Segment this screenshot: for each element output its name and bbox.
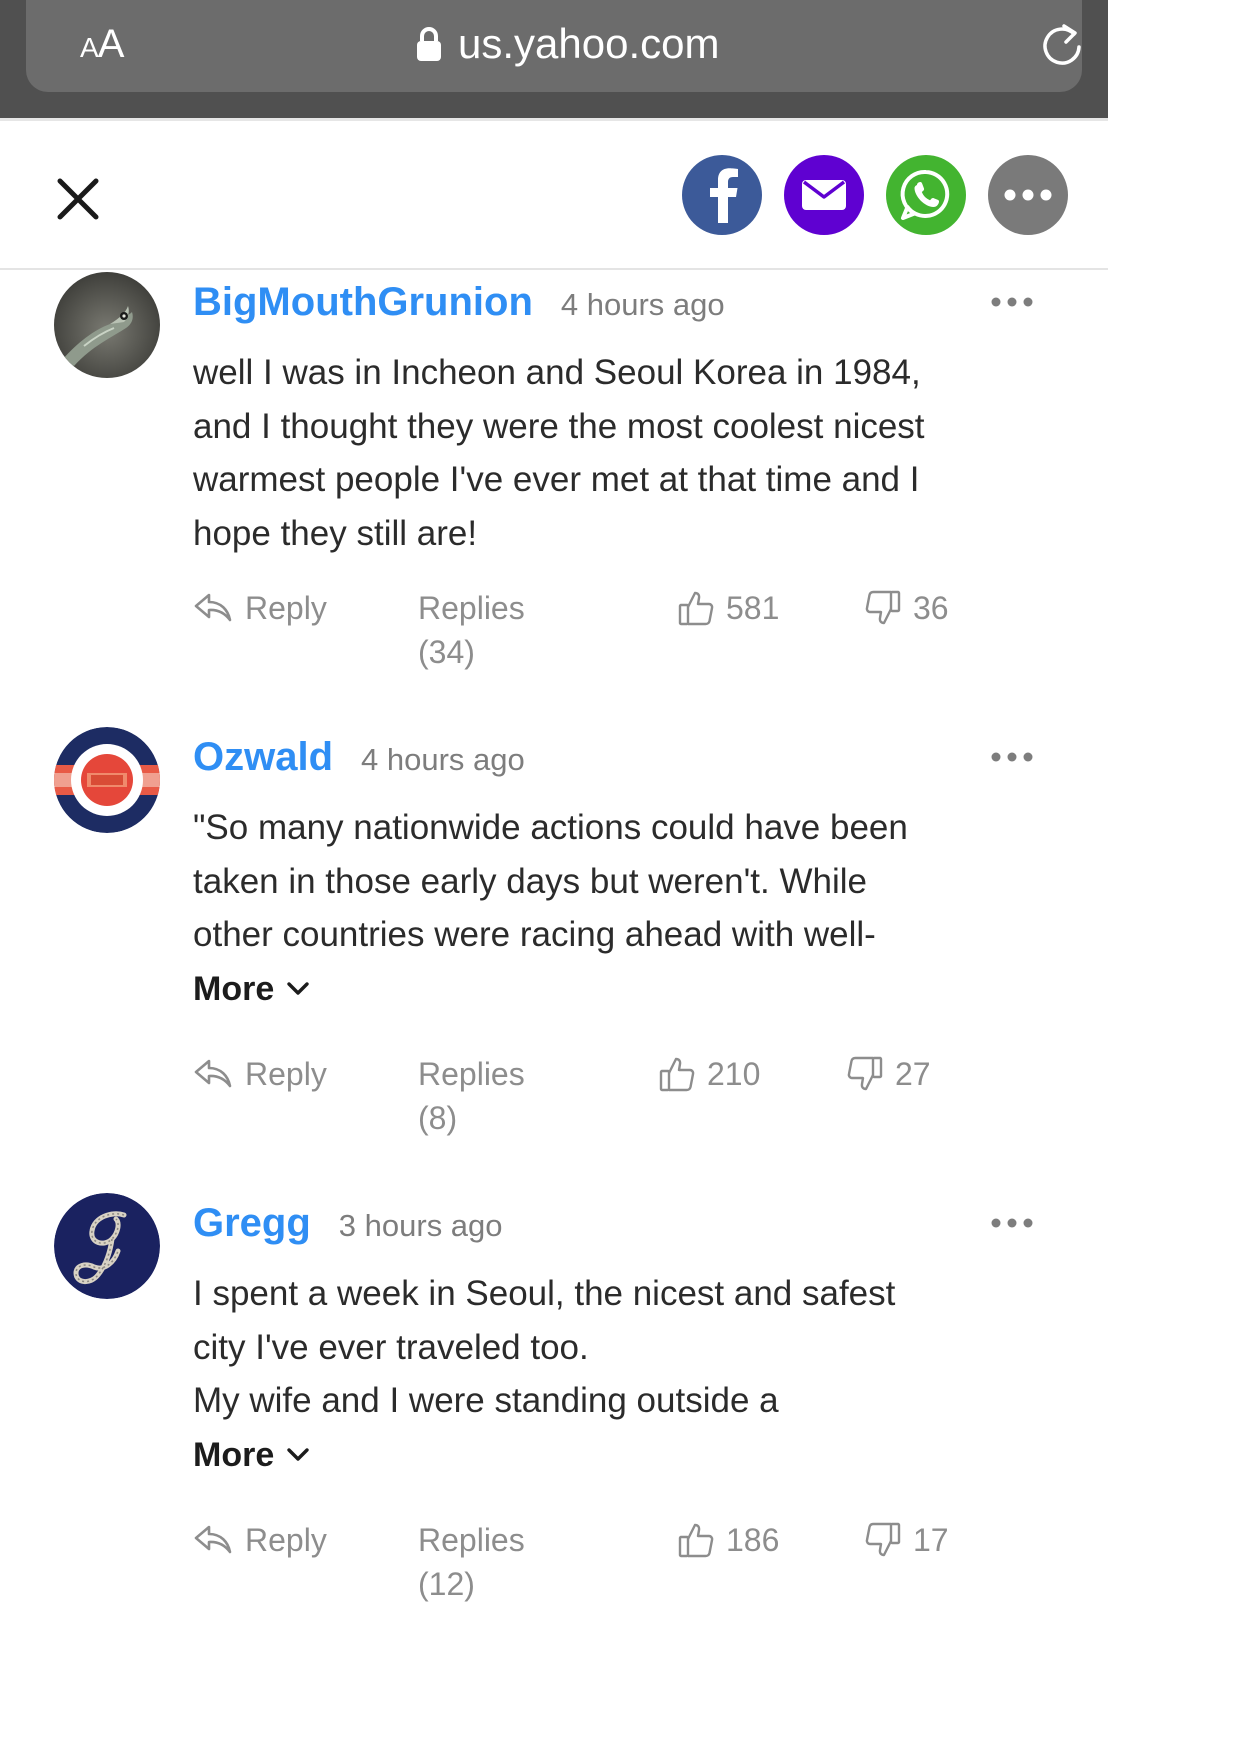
dislike-button[interactable]: 17: [865, 1518, 949, 1562]
reload-icon[interactable]: [1038, 22, 1086, 70]
facebook-share-button[interactable]: [682, 155, 762, 235]
reply-label: Reply: [245, 590, 327, 626]
comment-line: well I was in Incheon and Seoul Korea in…: [193, 353, 921, 392]
comment-menu-icon[interactable]: [990, 1217, 1034, 1229]
comment: Gregg 3 hours ago I spent a week in Seou…: [0, 1193, 1108, 1602]
reply-icon: [194, 1059, 232, 1088]
comment-username[interactable]: Gregg: [193, 1199, 311, 1247]
facebook-icon: [710, 168, 738, 223]
reply-icon: [194, 1525, 232, 1554]
dislike-count: 36: [913, 590, 949, 626]
comment-body: "So many nationwide actions could have b…: [193, 801, 1053, 1016]
thumbs-up-icon: [678, 591, 714, 626]
monogram-avatar-icon: [54, 1193, 160, 1299]
like-button[interactable]: 581: [678, 586, 779, 630]
chevron-down-icon: [287, 982, 309, 995]
comment-line: I spent a week in Seoul, the nicest and …: [193, 1274, 896, 1313]
like-count: 210: [707, 1056, 761, 1092]
like-button[interactable]: 210: [659, 1052, 760, 1096]
reply-button[interactable]: Reply: [193, 1518, 327, 1562]
reply-icon: [194, 593, 232, 622]
dislike-button[interactable]: 36: [865, 586, 949, 630]
dislike-count: 17: [913, 1522, 949, 1558]
comment-timestamp: 4 hours ago: [361, 742, 525, 777]
more-label: More: [193, 969, 275, 1008]
more-link[interactable]: More: [193, 963, 1053, 1016]
email-icon: [802, 180, 846, 210]
address-bar[interactable]: AA us.yahoo.com: [26, 0, 1082, 92]
comment-menu-icon[interactable]: [990, 296, 1034, 308]
thumbs-down-icon: [865, 590, 901, 625]
url-display[interactable]: us.yahoo.com: [416, 18, 719, 70]
replies-label: Replies (8): [418, 1056, 525, 1136]
comment-line: and I thought they were the most coolest…: [193, 406, 925, 446]
comment: BigMouthGrunion 4 hours ago well I was i…: [0, 272, 1108, 670]
comment-line: other countries were racing ahead with w…: [193, 915, 876, 954]
whatsapp-share-button[interactable]: [886, 155, 966, 235]
fish-avatar-icon: [54, 272, 160, 378]
comment-body: I spent a week in Seoul, the nicest and …: [193, 1267, 1053, 1482]
more-icon: [1004, 189, 1052, 201]
roundel-avatar-icon: [54, 727, 160, 833]
reader-settings-button[interactable]: AA: [80, 22, 124, 70]
whatsapp-icon: [900, 169, 950, 220]
comment-timestamp: 4 hours ago: [560, 287, 725, 322]
comment-username[interactable]: BigMouthGrunion: [193, 278, 533, 326]
comment-body: well I was in Incheon and Seoul Korea in…: [193, 346, 1053, 560]
like-button[interactable]: 186: [678, 1518, 779, 1562]
lock-icon: [417, 27, 441, 61]
email-share-button[interactable]: [784, 155, 864, 235]
more-share-button[interactable]: [988, 155, 1068, 235]
url-text: us.yahoo.com: [458, 20, 720, 67]
thumbs-down-icon: [847, 1056, 883, 1091]
replies-button[interactable]: Replies (34): [418, 586, 525, 674]
comment-menu-icon[interactable]: [990, 751, 1034, 763]
reply-label: Reply: [245, 1056, 327, 1092]
replies-label: Replies (34): [418, 590, 525, 670]
comment-line: "So many nationwide actions could have b…: [193, 808, 908, 847]
more-label: More: [193, 1435, 275, 1474]
thumbs-up-icon: [659, 1057, 695, 1092]
avatar[interactable]: [54, 727, 160, 833]
comment-line: taken in those early days but weren't. W…: [193, 861, 867, 901]
share-header: [0, 118, 1108, 270]
comment-line: hope they still are!: [193, 513, 478, 553]
comment-timestamp: 3 hours ago: [338, 1208, 503, 1243]
close-icon[interactable]: [52, 173, 104, 225]
reply-button[interactable]: Reply: [193, 586, 327, 630]
comment-line: warmest people I've ever met at that tim…: [193, 460, 920, 499]
like-count: 186: [726, 1522, 780, 1558]
reply-button[interactable]: Reply: [193, 1052, 327, 1096]
replies-button[interactable]: Replies (8): [418, 1052, 525, 1140]
avatar[interactable]: [54, 1193, 160, 1299]
dislike-button[interactable]: 27: [847, 1052, 931, 1096]
avatar[interactable]: [54, 272, 160, 378]
thumbs-up-icon: [678, 1523, 714, 1558]
thumbs-down-icon: [865, 1522, 901, 1557]
comment-line: My wife and I were standing outside a: [193, 1381, 779, 1420]
dislike-count: 27: [895, 1056, 931, 1092]
replies-label: Replies (12): [418, 1522, 525, 1602]
replies-button[interactable]: Replies (12): [418, 1518, 525, 1606]
comment-username[interactable]: Ozwald: [193, 733, 333, 781]
more-link[interactable]: More: [193, 1429, 1053, 1482]
comment-line: city I've ever traveled too.: [193, 1327, 589, 1367]
reply-label: Reply: [245, 1522, 327, 1558]
like-count: 581: [726, 590, 780, 626]
comment: Ozwald 4 hours ago "So many nationwide a…: [0, 727, 1108, 1136]
browser-toolbar: AA us.yahoo.com: [0, 0, 1108, 118]
chevron-down-icon: [287, 1448, 309, 1461]
